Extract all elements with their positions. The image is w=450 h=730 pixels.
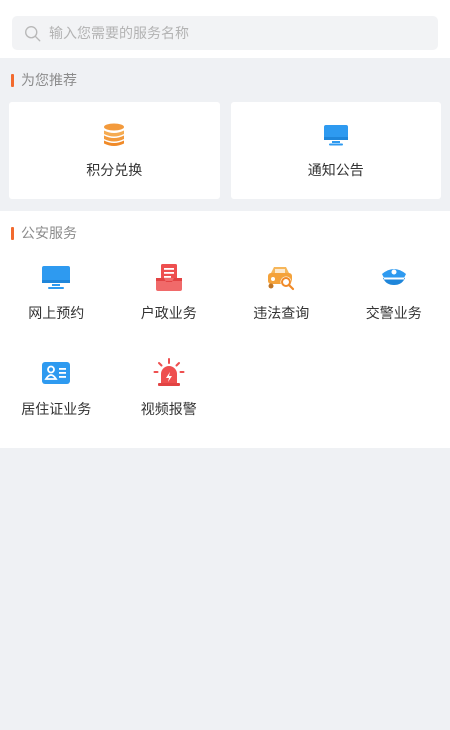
service-item-household-registration[interactable]: 户政业务 xyxy=(113,261,226,337)
monitor-icon xyxy=(42,266,71,289)
service-item-label: 视频报警 xyxy=(140,402,197,418)
service-item-traffic-police[interactable]: 交警业务 xyxy=(338,261,450,337)
police-title: 公安服务 xyxy=(21,226,77,242)
coin-stack-icon xyxy=(104,123,125,146)
service-item-label: 居住证业务 xyxy=(21,402,92,418)
search-placeholder: 输入您需要的服务名称 xyxy=(49,26,189,42)
recommend-item-notices[interactable]: 通知公告 xyxy=(230,102,441,199)
police-cap-icon xyxy=(381,269,406,285)
alarm-siren-icon xyxy=(153,358,185,386)
section-marker xyxy=(11,73,14,87)
recommend-item-points-exchange[interactable]: 积分兑换 xyxy=(9,102,220,199)
police-service-panel: 公安服务 网上预约 户政业务 违法查询 交警业务 居住证业务 视频报警 xyxy=(0,211,450,448)
police-section-title: 公安服务 xyxy=(0,211,450,255)
service-item-label: 户政业务 xyxy=(140,306,197,322)
car-search-icon xyxy=(268,267,295,291)
service-item-residence-permit[interactable]: 居住证业务 xyxy=(0,357,113,433)
recommend-title: 为您推荐 xyxy=(21,73,77,89)
recommend-section-title: 为您推荐 xyxy=(0,58,450,102)
recommend-item-label: 积分兑换 xyxy=(86,162,143,179)
search-icon xyxy=(25,25,41,41)
recommend-item-label: 通知公告 xyxy=(307,162,364,179)
search-area: 输入您需要的服务名称 xyxy=(0,0,450,58)
service-item-online-appointment[interactable]: 网上预约 xyxy=(0,261,113,337)
search-input[interactable]: 输入您需要的服务名称 xyxy=(12,16,438,50)
section-marker xyxy=(11,226,14,240)
police-service-grid: 网上预约 户政业务 违法查询 交警业务 居住证业务 视频报警 xyxy=(0,255,450,433)
monitor-icon xyxy=(323,124,348,145)
id-card-icon xyxy=(42,362,71,384)
recommend-grid: 积分兑换 通知公告 xyxy=(0,102,450,199)
service-item-label: 网上预约 xyxy=(28,306,85,322)
document-tray-icon xyxy=(155,264,182,291)
service-item-video-alarm[interactable]: 视频报警 xyxy=(113,357,226,433)
service-item-label: 交警业务 xyxy=(365,306,422,322)
service-item-label: 违法查询 xyxy=(253,306,310,322)
service-item-violation-query[interactable]: 违法查询 xyxy=(225,261,338,337)
